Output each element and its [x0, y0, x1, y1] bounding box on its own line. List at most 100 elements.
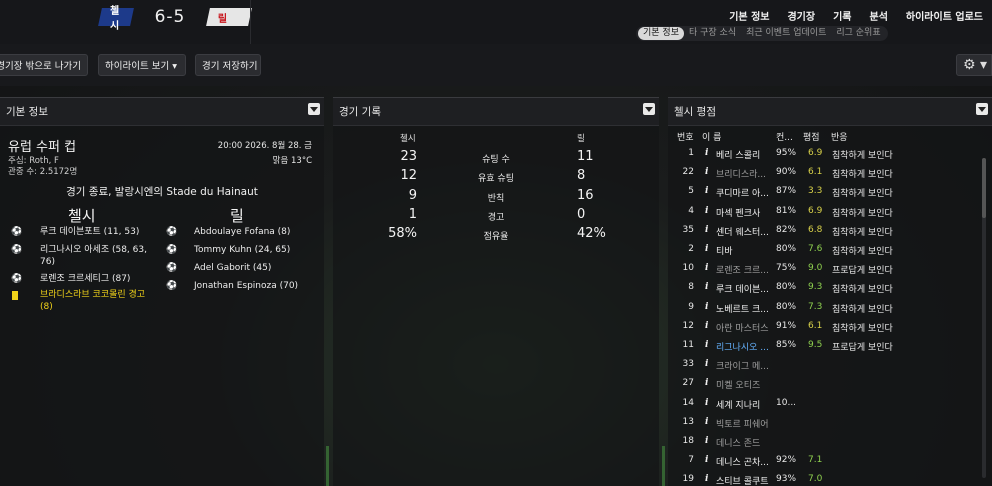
stats-home-label: 첼시 [400, 134, 416, 144]
player-row[interactable]: 8 i 루크 데이븐... 80% 9.3 침착하게 보인다 [668, 280, 978, 299]
info-icon[interactable]: i [705, 340, 708, 350]
player-name[interactable]: 미켈 오티즈 [716, 378, 772, 391]
player-name[interactable]: 아란 마스터스 [716, 321, 772, 334]
player-row[interactable]: 22 i 브리디스라... 90% 6.1 침착하게 보인다 [668, 165, 978, 184]
leave-stadium-button[interactable]: 경기장 밖으로 나가기 [0, 54, 88, 76]
player-row[interactable]: 33 i 크라이그 메... [668, 357, 978, 376]
highlights-dropdown-button[interactable]: 하이라이트 보기 ▾ [98, 54, 186, 76]
stat-label: 슈팅 수 [482, 155, 510, 165]
info-icon[interactable]: i [705, 206, 708, 216]
player-row[interactable]: 27 i 미켈 오티즈 [668, 376, 978, 395]
info-icon[interactable]: i [705, 378, 708, 388]
info-icon[interactable]: i [705, 167, 708, 177]
info-icon[interactable]: i [705, 417, 708, 427]
info-panel: 기본 정보 유럽 수퍼 컵 20:00 2026. 8월 28. 금 주심: R… [0, 97, 324, 486]
player-reaction: 침착하게 보인다 [832, 304, 893, 315]
player-condition: 75% [776, 263, 797, 274]
sub-nav-tab[interactable]: 리그 순위표 [831, 27, 885, 40]
player-condition: 82% [776, 224, 797, 235]
main-nav-item[interactable]: 하이라이트 업로드 [897, 8, 992, 23]
player-name[interactable]: 스티브 콜쿠트 [716, 474, 772, 486]
main-nav-item[interactable]: 기본 정보 [720, 8, 778, 23]
player-name[interactable]: 데니스 곤차... [716, 455, 772, 468]
scrollbar-thumb[interactable] [982, 158, 986, 218]
sub-nav-tab[interactable]: 기본 정보 [638, 27, 684, 40]
player-row[interactable]: 35 i 센더 웨스터... 82% 6.8 침착하게 보인다 [668, 223, 978, 242]
player-condition: 10... [776, 397, 797, 408]
match-datetime: 20:00 2026. 8월 28. 금 [217, 141, 312, 151]
col-header-rating[interactable]: 평점 [803, 130, 820, 143]
info-icon[interactable]: i [705, 302, 708, 312]
main-nav-item[interactable]: 분석 [861, 8, 897, 23]
player-row[interactable]: 11 i 리그나시오 ... 85% 9.5 프로답게 보인다 [668, 338, 978, 357]
player-number: 22 [682, 167, 694, 178]
player-row[interactable]: 7 i 데니스 곤차... 92% 7.1 [668, 453, 978, 472]
player-row[interactable]: 5 i 쿠디마르 아... 87% 3.3 침착하게 보인다 [668, 184, 978, 203]
player-name[interactable]: 리그나시오 ... [716, 340, 772, 353]
col-header-name[interactable]: 이 름 [702, 130, 721, 143]
player-name[interactable]: 데니스 존드 [716, 436, 772, 449]
info-icon[interactable]: i [705, 148, 708, 158]
player-row[interactable]: 12 i 아란 마스터스 91% 6.1 침착하게 보인다 [668, 319, 978, 338]
main-nav-item[interactable]: 경기장 [778, 8, 824, 23]
goal-ball-icon: ⚽ [166, 227, 178, 237]
info-icon[interactable]: i [705, 263, 708, 273]
player-name[interactable]: 빅토르 피쉐어 [716, 417, 772, 430]
info-icon[interactable]: i [705, 244, 708, 254]
player-condition: 91% [776, 320, 797, 331]
player-row[interactable]: 18 i 데니스 존드 [668, 434, 978, 453]
player-number: 2 [688, 244, 694, 254]
player-number: 5 [688, 186, 694, 197]
player-name[interactable]: 브리디스라... [716, 167, 772, 180]
player-row[interactable]: 19 i 스티브 콜쿠트 93% 7.0 [668, 472, 978, 486]
home-team-badge[interactable]: 첼시 [98, 6, 134, 32]
player-name[interactable]: 티바 [716, 244, 772, 257]
player-name[interactable]: 센더 웨스터... [716, 225, 772, 238]
panel-menu-icon[interactable] [308, 103, 320, 115]
info-icon[interactable]: i [705, 398, 708, 408]
away-team-badge[interactable]: 릴 [206, 8, 252, 26]
col-header-reaction[interactable]: 반응 [831, 130, 848, 143]
player-row[interactable]: 13 i 빅토르 피쉐어 [668, 415, 978, 434]
main-nav-item[interactable]: 기록 [824, 8, 860, 23]
player-name[interactable]: 마섹 펜크사 [716, 206, 772, 219]
info-icon[interactable]: i [705, 186, 708, 196]
home-event: 리그나시오 아세조 (58, 63, 76) [40, 245, 147, 267]
info-icon[interactable]: i [705, 282, 708, 292]
panel-menu-icon[interactable] [643, 103, 655, 115]
player-number: 19 [682, 474, 694, 485]
gear-icon[interactable]: ⚙ ▾ [956, 54, 992, 76]
sub-nav-tab[interactable]: 타 구장 소식 [684, 27, 741, 40]
player-name[interactable]: 루크 데이븐... [716, 282, 772, 295]
stat-row: 1 경고 0 [333, 207, 659, 226]
player-name[interactable]: 세계 지나리 [716, 398, 772, 411]
info-icon[interactable]: i [705, 321, 708, 331]
player-row[interactable]: 2 i 티바 80% 7.6 침착하게 보인다 [668, 242, 978, 261]
info-icon[interactable]: i [705, 474, 708, 484]
player-name[interactable]: 크라이그 메... [716, 359, 772, 372]
panel-menu-icon[interactable] [976, 103, 988, 115]
player-number: 35 [682, 224, 694, 235]
player-reaction: 프로답게 보인다 [832, 343, 893, 353]
player-name[interactable]: 로렌조 크르... [716, 263, 772, 276]
player-row[interactable]: 4 i 마섹 펜크사 81% 6.9 침착하게 보인다 [668, 204, 978, 223]
player-name[interactable]: 쿠디마르 아... [716, 186, 772, 199]
info-icon[interactable]: i [705, 436, 708, 446]
info-icon[interactable]: i [705, 359, 708, 369]
goal-ball-icon: ⚽ [11, 274, 23, 284]
player-row[interactable]: 1 i 베리 스콜리 95% 6.9 침착하게 보인다 [668, 146, 978, 165]
away-event: Adel Gaborit (45) [194, 263, 272, 273]
player-name[interactable]: 노베르트 크... [716, 302, 772, 315]
player-name[interactable]: 베리 스콜리 [716, 148, 772, 161]
col-header-condition[interactable]: 컨... [776, 130, 793, 143]
player-row[interactable]: 10 i 로렌조 크르... 75% 9.0 프로답게 보인다 [668, 261, 978, 280]
panel-header: 경기 기록 [333, 98, 659, 126]
player-row[interactable]: 14 i 세계 지나리 10... [668, 396, 978, 415]
info-icon[interactable]: i [705, 455, 708, 465]
sub-nav-tab[interactable]: 최근 이벤트 업데이트 [741, 27, 831, 40]
player-row[interactable]: 9 i 노베르트 크... 80% 7.3 침착하게 보인다 [668, 300, 978, 319]
info-icon[interactable]: i [705, 225, 708, 235]
save-match-button[interactable]: 경기 저장하기 [195, 54, 261, 76]
stat-row: 9 반칙 16 [333, 188, 659, 207]
col-header-num[interactable]: 번호 [677, 130, 694, 143]
